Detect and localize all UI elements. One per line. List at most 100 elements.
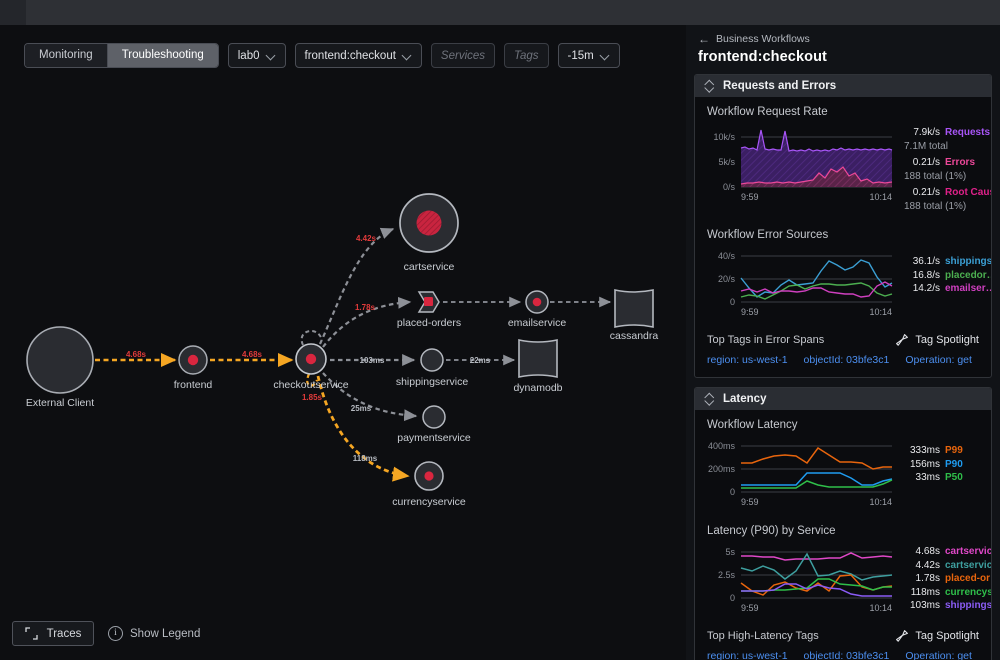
tab-monitoring[interactable]: Monitoring xyxy=(25,44,107,67)
environment-select[interactable]: lab0 xyxy=(227,43,286,68)
spotlight-icon xyxy=(896,334,909,346)
legend-entry-svc-shippingservice: 103ms shippings… xyxy=(900,599,991,613)
node-shippingservice[interactable]: shippingservice xyxy=(396,348,469,388)
tag-link-operation-latency[interactable]: Operation: get xyxy=(905,650,972,660)
chart-workflow-error-sources: Workflow Error Sources 40/s 20/s 0 9:59 … xyxy=(695,220,991,326)
collapse-chevrons-icon xyxy=(705,393,714,405)
node-label-emailservice: emailservice xyxy=(508,317,567,329)
toolbar: Monitoring Troubleshooting lab0 frontend… xyxy=(24,43,620,68)
node-label-frontend: frontend xyxy=(174,379,213,391)
legend-entry-p99: 333ms P99 xyxy=(900,444,991,458)
tab-troubleshooting[interactable]: Troubleshooting xyxy=(106,44,218,67)
series-emailser xyxy=(740,281,893,298)
legend-name-root-cause: Root Cause xyxy=(945,187,991,198)
legend-sub-requests: 7.1M total xyxy=(904,140,948,152)
details-pane: ← Business Workflows frontend:checkout R… xyxy=(686,25,1000,660)
svg-text:0: 0 xyxy=(730,487,735,497)
tag-spotlight-label-errors: Tag Spotlight xyxy=(915,334,979,346)
workflow-select-value: frontend:checkout xyxy=(304,49,396,62)
node-label-cartservice: cartservice xyxy=(404,261,455,273)
traces-button-label: Traces xyxy=(46,627,82,640)
legend-name-p90: P90 xyxy=(945,458,963,470)
node-dynamodb[interactable]: dynamodb xyxy=(513,339,563,394)
tag-link-region-latency[interactable]: region: us-west-1 xyxy=(707,650,788,660)
tag-link-objectid-errors[interactable]: objectId: 03bfe3c1 xyxy=(804,354,890,366)
node-external-client[interactable]: External Client xyxy=(26,326,94,409)
card-requests-and-errors: Requests and Errors Workflow Request Rat… xyxy=(694,74,992,378)
legend-value-svc-cartservice-1: 4.68s xyxy=(915,546,940,557)
tags-filter-input[interactable]: Tags xyxy=(504,43,549,68)
svg-text:5s: 5s xyxy=(725,547,735,557)
node-currencyservice[interactable]: currencyservice xyxy=(392,461,466,508)
legend-value-error-emailser: 14.2/s xyxy=(912,283,940,294)
svg-text:0: 0 xyxy=(730,297,735,307)
time-range-select[interactable]: -15m xyxy=(557,43,620,68)
environment-select-value: lab0 xyxy=(237,49,260,62)
node-cartservice[interactable]: cartservice xyxy=(399,193,459,273)
tag-link-region-errors[interactable]: region: us-west-1 xyxy=(707,354,788,366)
node-label-external-client: External Client xyxy=(26,397,94,409)
tag-spotlight-label-latency: Tag Spotlight xyxy=(915,630,979,642)
chart-canvas-workflow-latency[interactable]: 400ms 200ms 0 9:59 10:14 xyxy=(695,437,894,512)
svg-text:10:14: 10:14 xyxy=(869,497,892,507)
legend-value-errors: 0.21/s xyxy=(912,157,940,168)
edge-label-4-42s: 4.42s xyxy=(356,234,377,243)
node-checkoutservice[interactable]: checkoutservice xyxy=(273,343,349,391)
tags-section-high-latency: Top High-Latency Tags Tag Spotlight regi… xyxy=(695,622,991,660)
breadcrumb[interactable]: ← Business Workflows xyxy=(698,33,988,45)
chart-latency-p90-by-service: Latency (P90) by Service 5s 2.5s 0 9:59 … xyxy=(695,516,991,622)
svg-text:400ms: 400ms xyxy=(708,441,736,451)
chart-title-workflow-latency: Workflow Latency xyxy=(707,419,798,431)
breadcrumb-label: Business Workflows xyxy=(716,33,810,45)
edge-checkoutservice-cartservice xyxy=(318,227,395,345)
workflow-select[interactable]: frontend:checkout xyxy=(294,43,422,68)
spotlight-icon xyxy=(896,630,909,642)
legend-name-error-placedor: placedor… xyxy=(945,269,992,281)
chart-workflow-latency: Workflow Latency 400ms 200ms 0 9:59 10:1… xyxy=(695,410,991,516)
legend-entry-p90: 156ms P90 xyxy=(900,458,991,472)
legend-entry-error-emailser: 14.2/s emailser… xyxy=(900,282,992,296)
svg-text:20/s: 20/s xyxy=(718,274,736,284)
legend-entry-error-placedor: 16.8/s placedor… xyxy=(900,269,992,283)
chart-canvas-latency-by-service[interactable]: 5s 2.5s 0 9:59 10:14 xyxy=(695,543,894,618)
tag-spotlight-button-latency[interactable]: Tag Spotlight xyxy=(895,629,979,643)
svg-text:40/s: 40/s xyxy=(718,251,736,261)
node-cassandra[interactable]: cassandra xyxy=(610,289,659,342)
legend-name-svc-cartservice-2: cartservice xyxy=(945,559,992,571)
node-emailservice[interactable]: emailservice xyxy=(508,290,567,329)
edge-label-22ms: 22ms xyxy=(470,356,491,365)
chart-canvas-workflow-request-rate[interactable]: 10k/s 5k/s 0/s 9:59 10:14 xyxy=(695,124,894,207)
node-placed-orders[interactable]: placed-orders xyxy=(397,291,461,329)
services-filter-placeholder: Services xyxy=(440,49,486,62)
tag-link-operation-errors[interactable]: Operation: get xyxy=(905,354,972,366)
legend-value-p99: 333ms xyxy=(909,445,940,456)
mode-segmented-control[interactable]: Monitoring Troubleshooting xyxy=(24,43,219,68)
node-label-placed-orders: placed-orders xyxy=(397,317,461,329)
node-label-checkoutservice: checkoutservice xyxy=(273,379,348,391)
edge-label-103ms: 103ms xyxy=(360,356,385,365)
node-frontend[interactable]: frontend xyxy=(174,345,213,391)
svg-text:10:14: 10:14 xyxy=(869,603,892,613)
card-header-requests-and-errors[interactable]: Requests and Errors xyxy=(695,75,991,97)
node-label-shippingservice: shippingservice xyxy=(396,376,469,388)
service-map-graph[interactable]: 4.68s 4.68s 4.42s 1.78s 103ms 22ms 25ms … xyxy=(0,75,686,635)
traces-button[interactable]: Traces xyxy=(12,621,94,646)
node-paymentservice[interactable]: paymentservice xyxy=(397,405,471,444)
show-legend-label: Show Legend xyxy=(130,627,201,640)
card-header-latency[interactable]: Latency xyxy=(695,388,991,410)
tags-section-error-spans: Top Tags in Error Spans Tag Spotlight re… xyxy=(695,326,991,377)
chart-canvas-workflow-error-sources[interactable]: 40/s 20/s 0 9:59 10:14 xyxy=(695,247,894,322)
legend-entry-error-shippings: 36.1/s shippings… xyxy=(900,255,991,269)
show-legend-toggle[interactable]: i Show Legend xyxy=(108,626,200,641)
services-filter-input[interactable]: Services xyxy=(430,43,496,68)
chart-title-workflow-request-rate: Workflow Request Rate xyxy=(707,106,828,118)
tag-spotlight-button-errors[interactable]: Tag Spotlight xyxy=(895,333,979,347)
legend-name-error-emailser: emailser… xyxy=(945,283,992,294)
info-icon-glyph: i xyxy=(114,627,117,638)
edge-label-4-68s-b: 4.68s xyxy=(242,350,263,359)
graph-nodes[interactable]: External Client frontend checkoutservice xyxy=(26,193,659,508)
legend-value-error-shippings: 36.1/s xyxy=(912,256,940,267)
window-titlebar xyxy=(0,0,1000,25)
back-arrow-icon: ← xyxy=(698,32,710,46)
tag-link-objectid-latency[interactable]: objectId: 03bfe3c1 xyxy=(804,650,890,660)
